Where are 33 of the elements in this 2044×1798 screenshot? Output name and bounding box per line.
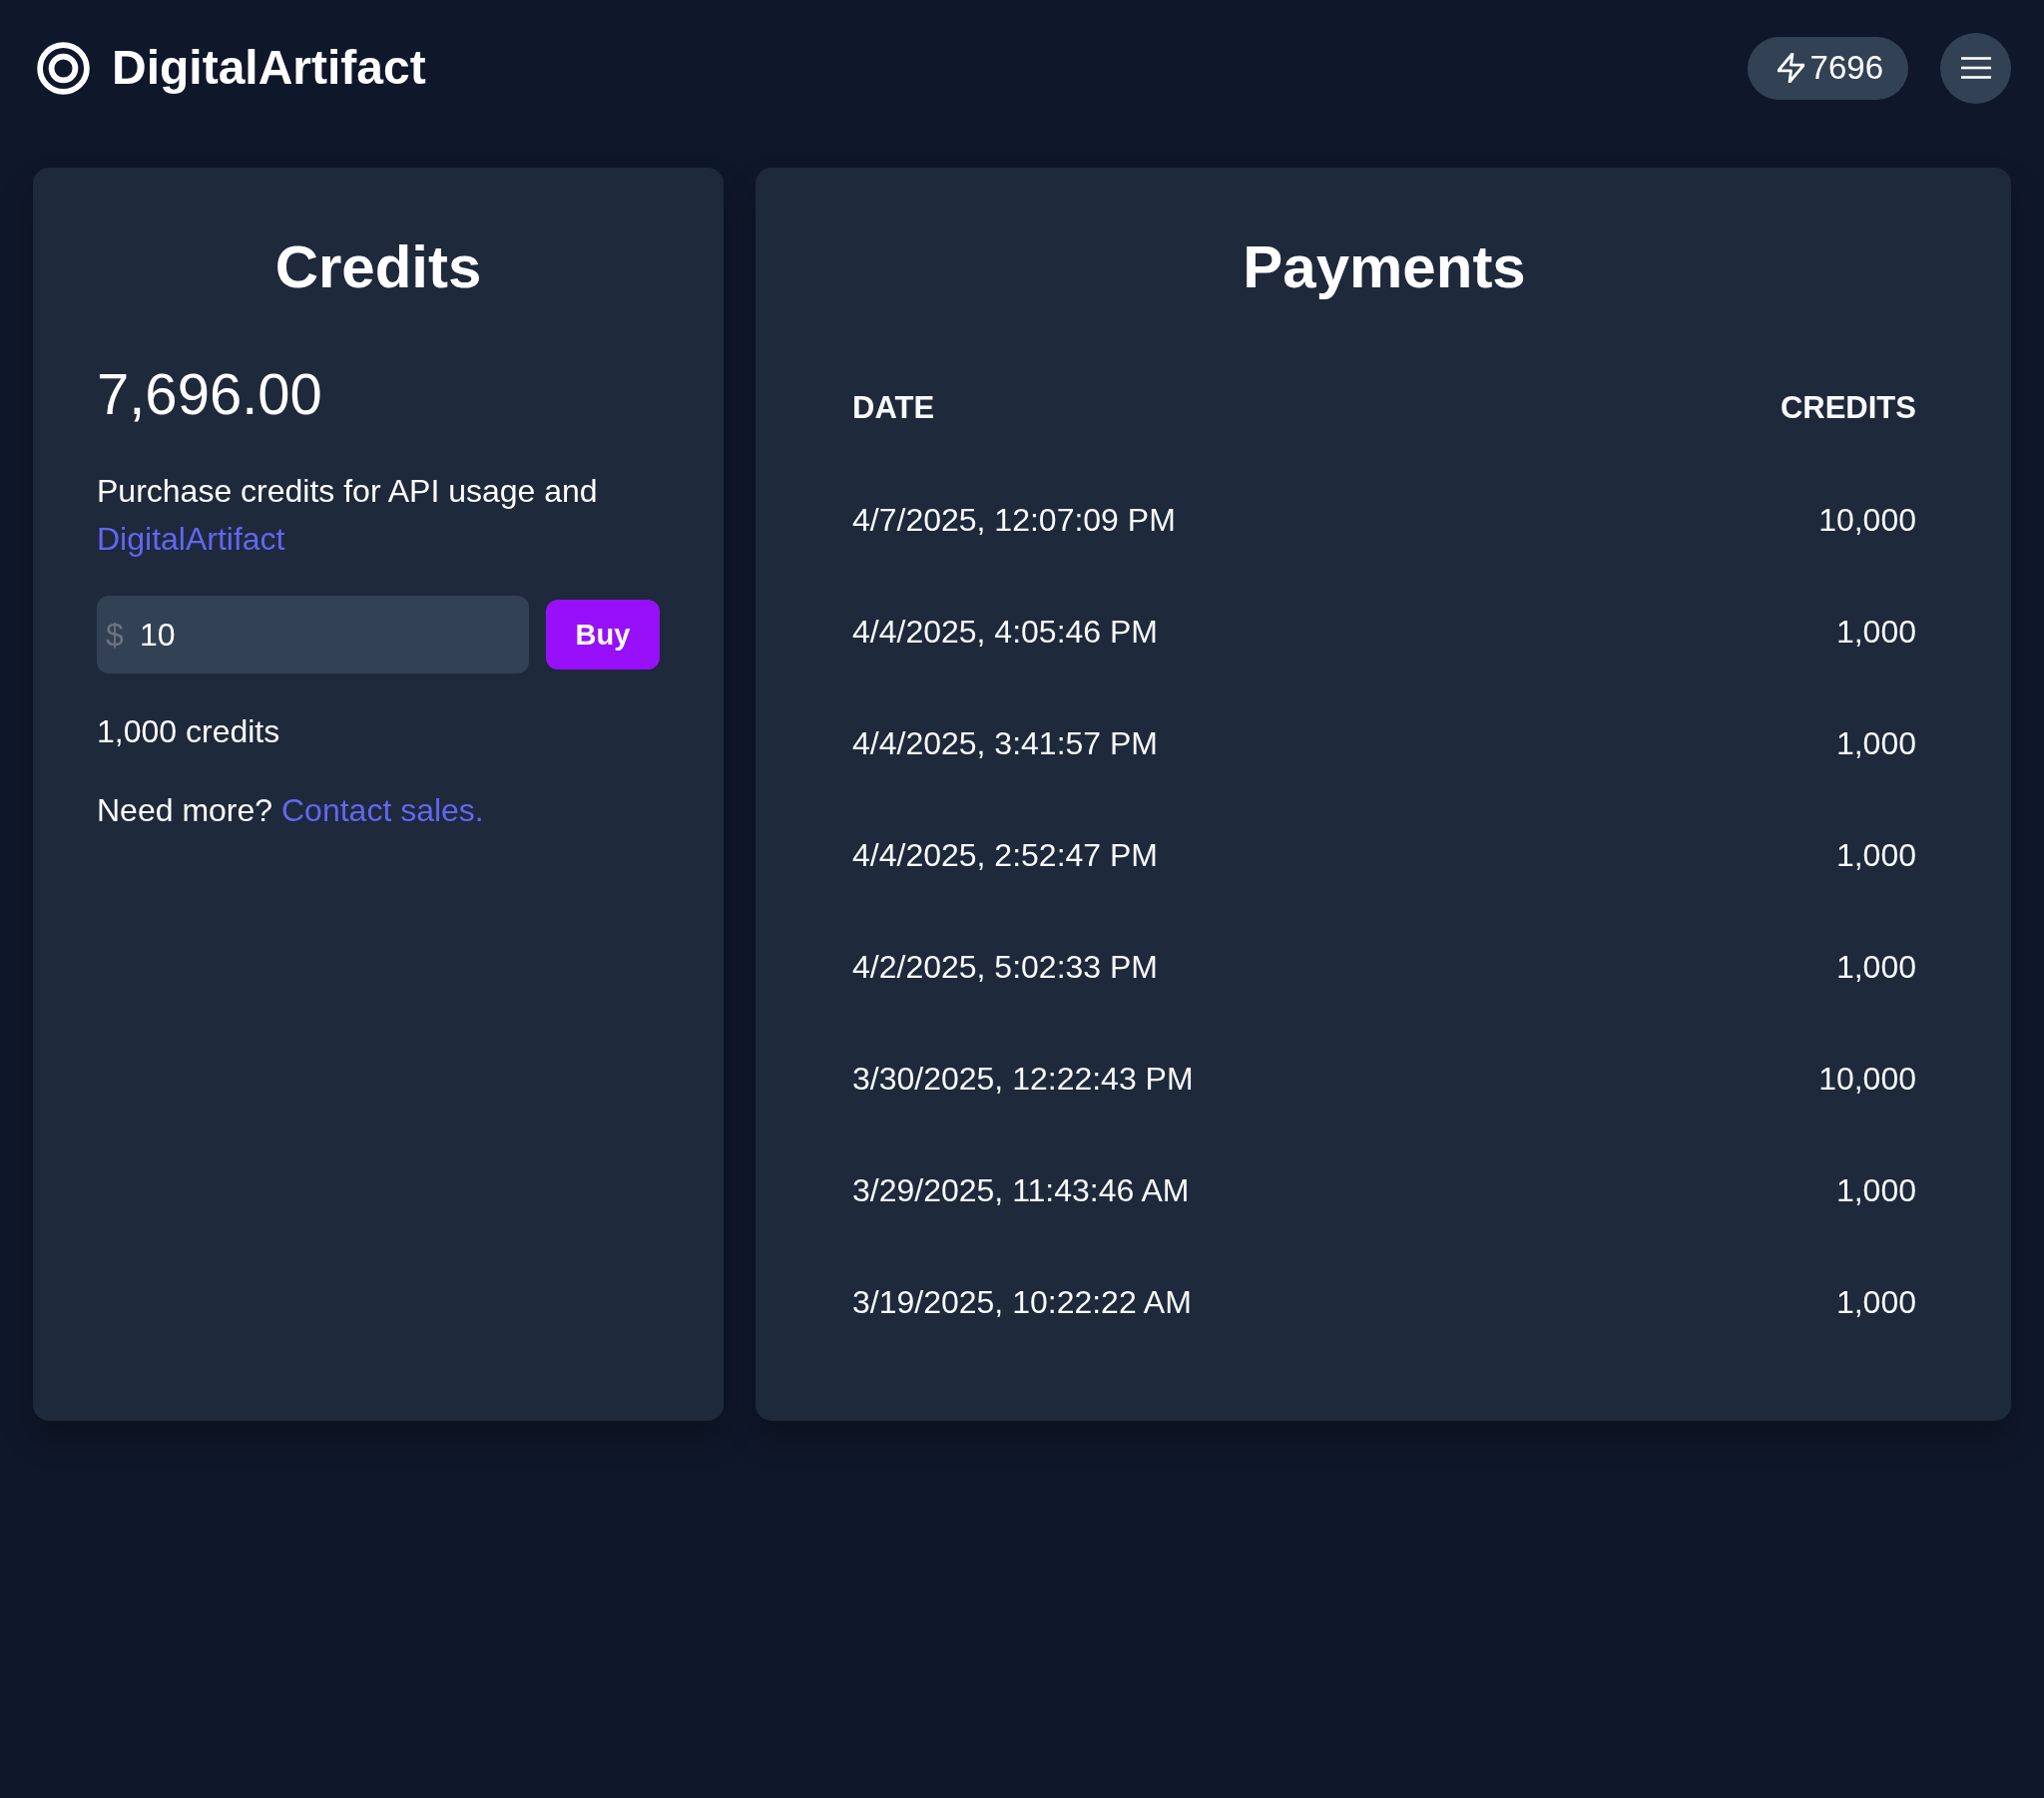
date-cell: 4/2/2025, 5:02:33 PM [852, 948, 1158, 985]
credits-cell: 1,000 [1835, 1171, 1916, 1208]
column-header: DATE [852, 390, 935, 425]
credits-cell: 10,000 [1818, 501, 1916, 538]
date-cell: 3/29/2025, 11:43:46 AM [852, 1171, 1190, 1208]
date-cell: 4/4/2025, 2:52:47 PM [852, 836, 1158, 873]
credits-cell: 1,000 [1835, 948, 1916, 985]
contact-text: Need more? Contact sales. [97, 791, 485, 830]
menu-icon [1960, 57, 1991, 79]
product-link[interactable]: DigitalArtifact [97, 521, 285, 557]
column-header: CREDITS [1780, 390, 1916, 425]
date-cell: 4/4/2025, 3:41:57 PM [852, 724, 1158, 761]
date-cell: 4/7/2025, 12:07:09 PM [852, 501, 1176, 538]
concentric-rings-logo-icon [37, 41, 90, 95]
date-cell: 3/19/2025, 10:22:22 AM [852, 1283, 1192, 1320]
date-cell: 3/30/2025, 12:22:43 PM [852, 1060, 1194, 1097]
credit-balance: 7,696.00 [97, 360, 323, 427]
credits-cell: 1,000 [1835, 836, 1916, 873]
dollar-sign: $ [106, 616, 124, 654]
buy-button[interactable]: Buy [546, 600, 660, 670]
credits-cell: 10,000 [1818, 1060, 1916, 1097]
credits-cell: 1,000 [1835, 724, 1916, 761]
description-text: Purchase credits for API usage and DigitalArtifact [97, 472, 599, 559]
card-title: Payments [1242, 232, 1527, 302]
lightning-bolt-icon [1777, 53, 1804, 83]
card-title: Credits [273, 232, 483, 302]
date-cell: 4/4/2025, 4:05:46 PM [852, 613, 1158, 650]
credit-balance-button[interactable]: 7696 [1747, 36, 1908, 100]
credits-cell: 1,000 [1835, 613, 1916, 650]
credits-cell: 1,000 [1835, 1283, 1916, 1320]
credit-estimate: 1,000 credits [97, 712, 281, 751]
brand-name: DigitalArtifact [112, 41, 426, 95]
contact-sales-link[interactable]: Contact sales. [281, 792, 484, 828]
